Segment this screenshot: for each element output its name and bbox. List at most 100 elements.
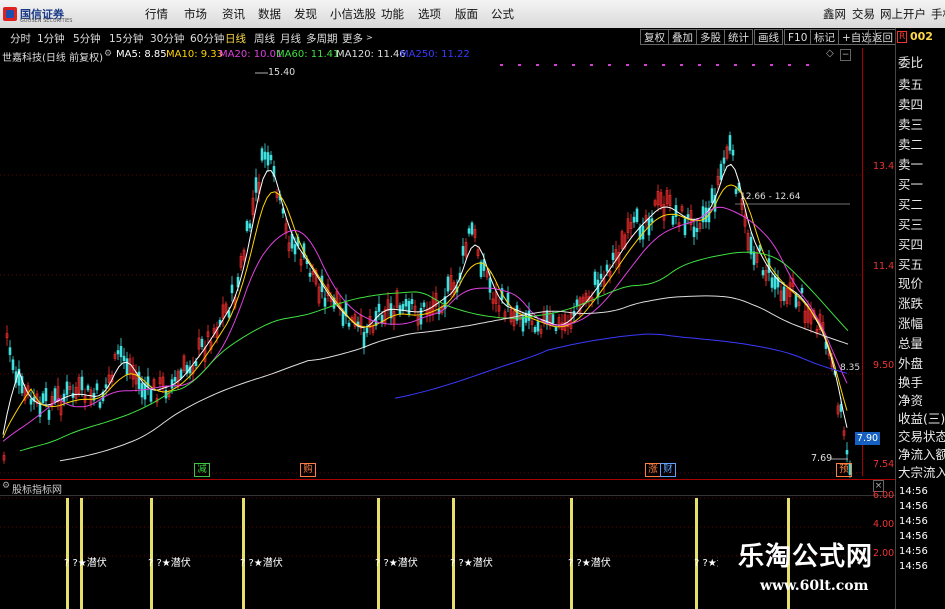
logo-subtitle: GUOSEN SECURITIES: [20, 18, 73, 24]
candle-body: [8, 347, 12, 355]
candle-body: [728, 135, 732, 151]
ma60-label: MA60: 11.41: [276, 49, 340, 60]
btn-duogu[interactable]: 多股: [696, 29, 725, 45]
quote-field-label: 买三: [898, 217, 924, 232]
period-fenshi[interactable]: 分时: [10, 31, 31, 46]
period-weekly[interactable]: 周线: [254, 31, 275, 46]
indicator-tick: 6.00: [873, 490, 895, 501]
candle-body: [11, 359, 15, 371]
candle-body: [47, 410, 51, 420]
event-gou-icon[interactable]: 购: [300, 463, 316, 477]
candle-body: [419, 308, 423, 325]
kline-chart[interactable]: [0, 63, 862, 478]
indicator-tick: 4.00: [873, 519, 895, 530]
menu-xiaoxin-xuangu[interactable]: 小信选股: [330, 6, 376, 22]
menu-gongshi[interactable]: 公式: [491, 6, 514, 22]
period-daily[interactable]: 日线: [225, 31, 246, 46]
candle-body: [389, 303, 393, 319]
signal-dot: [734, 64, 737, 66]
quote-field-label: 卖四: [898, 97, 924, 112]
menu-shichang[interactable]: 市场: [184, 6, 207, 22]
quote-field-label: 买二: [898, 197, 924, 212]
period-monthly[interactable]: 月线: [280, 31, 301, 46]
menu-kaihu[interactable]: 网上开户: [880, 6, 926, 22]
period-15min[interactable]: 15分钟: [109, 31, 143, 46]
period-multi[interactable]: 多周期: [306, 31, 338, 46]
period-1min[interactable]: 1分钟: [37, 31, 65, 46]
menu-shuju[interactable]: 数据: [258, 6, 281, 22]
range-label: 12.66 - 12.64: [740, 192, 801, 202]
candle-body: [137, 371, 141, 389]
candle-body: [752, 251, 756, 265]
btn-back[interactable]: 返回: [868, 29, 897, 45]
menu-hangqing[interactable]: 行情: [145, 6, 168, 22]
minus-icon[interactable]: −: [840, 49, 851, 61]
candle-body: [632, 216, 636, 223]
btn-huaxian[interactable]: 画线: [754, 29, 783, 45]
quote-field-label: 现价: [898, 276, 924, 291]
ma5-label: MA5: 8.85: [116, 49, 167, 60]
menu-jiaoyi[interactable]: 交易: [852, 6, 875, 22]
candle-body: [446, 276, 450, 292]
candle-body: [521, 316, 525, 332]
btn-diejia[interactable]: 叠加: [668, 29, 697, 45]
candle-body: [308, 272, 312, 277]
indicator-settings-icon[interactable]: ⚙: [2, 481, 10, 491]
more-arrow-icon[interactable]: >: [366, 33, 373, 42]
menu-xuanxiang[interactable]: 选项: [418, 6, 441, 22]
candle-body: [722, 157, 726, 164]
menu-xinwang[interactable]: 鑫网: [823, 6, 846, 22]
menu-faxian[interactable]: 发现: [294, 6, 317, 22]
candle-body: [719, 163, 723, 180]
period-60min[interactable]: 60分钟: [190, 31, 224, 46]
ma20-line: [2, 206, 848, 442]
event-jian-icon[interactable]: 减: [194, 463, 210, 477]
btn-fuquan[interactable]: 复权: [640, 29, 669, 45]
diamond-icon[interactable]: ◇: [826, 48, 834, 59]
event-cai-icon[interactable]: 财: [660, 463, 676, 477]
candle-body: [245, 220, 249, 232]
btn-biaoji[interactable]: 标记: [810, 29, 839, 45]
candle-body: [41, 393, 45, 404]
signal-dot: [806, 64, 809, 66]
event-zhang-icon[interactable]: 涨: [645, 463, 661, 477]
menu-banmian[interactable]: 版面: [455, 6, 478, 22]
candle-body: [470, 222, 474, 235]
candle-body: [263, 151, 267, 160]
signal-dot: [698, 64, 701, 66]
candle-body: [782, 286, 786, 301]
candle-body: [605, 264, 609, 272]
candle-body: [80, 376, 84, 391]
candle-body: [266, 152, 270, 166]
event-yu-icon[interactable]: 预: [836, 463, 852, 477]
watermark-url: www.60lt.com: [760, 578, 869, 594]
menu-shouji[interactable]: 手机: [931, 6, 945, 22]
quote-field-label: 收益(三): [898, 411, 945, 426]
quote-field-label: 净资: [898, 393, 924, 408]
quote-field-label: 买一: [898, 177, 924, 192]
period-more[interactable]: 更多: [342, 31, 363, 46]
menu-zixun[interactable]: 资讯: [222, 6, 245, 22]
price-axis: 13.43 11.47 9.50 7.54: [862, 48, 900, 476]
tick-time: 14:56: [899, 546, 928, 557]
btn-tongji[interactable]: 统计: [724, 29, 753, 45]
candle-body: [710, 188, 714, 204]
menu-gongneng[interactable]: 功能: [381, 6, 404, 22]
signal-dot: [608, 64, 611, 66]
candle-body: [635, 208, 639, 222]
signal-dot: [644, 64, 647, 66]
btn-f10[interactable]: F10: [784, 29, 812, 45]
candle-body: [170, 379, 174, 389]
candle-body: [686, 214, 690, 218]
candle-body: [599, 273, 603, 279]
last-price-tag: 7.90: [855, 432, 880, 445]
period-30min[interactable]: 30分钟: [150, 31, 184, 46]
candle-body: [695, 228, 699, 232]
candle-body: [44, 388, 48, 402]
candle-body: [536, 321, 540, 332]
settings-gear-icon[interactable]: ⚙: [104, 49, 112, 59]
candle-body: [377, 303, 381, 312]
period-5min[interactable]: 5分钟: [73, 31, 101, 46]
ma10-line: [2, 184, 848, 438]
indicator-chart[interactable]: [0, 494, 862, 609]
